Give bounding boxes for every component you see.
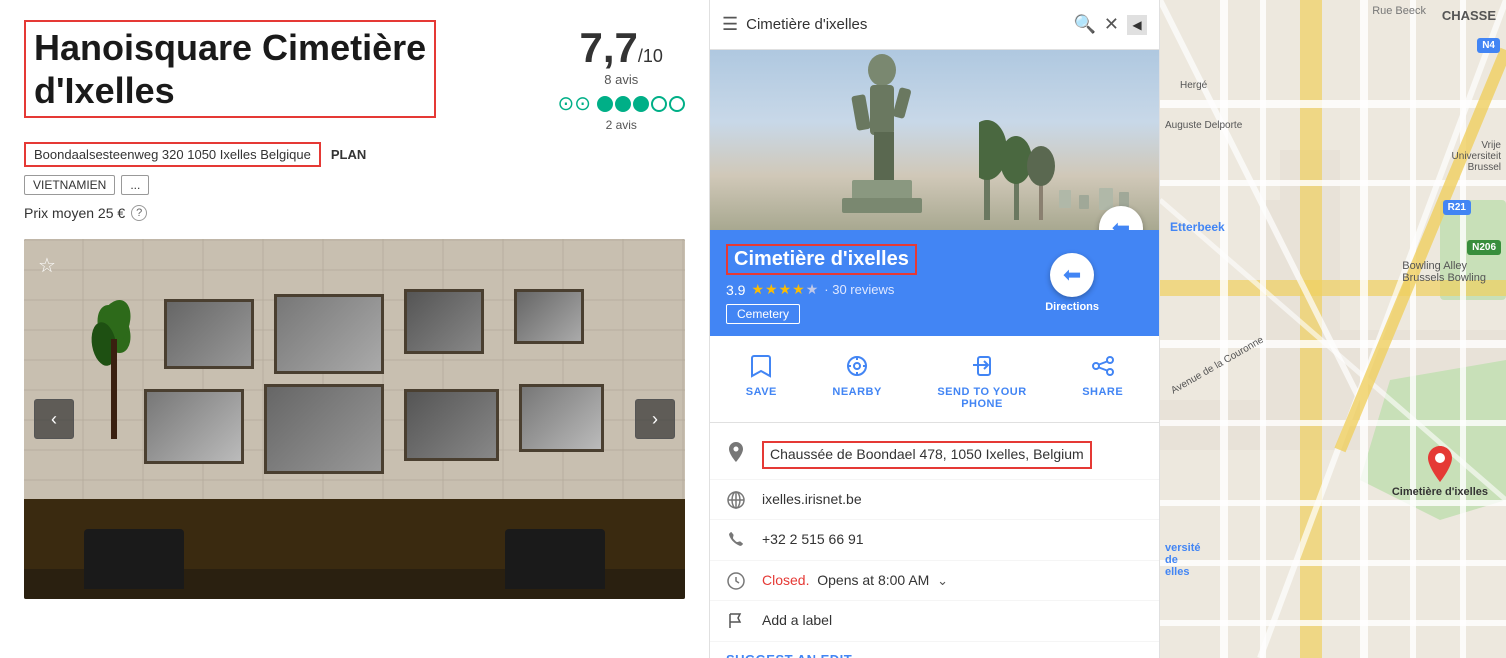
rating-block: 7,7/10 8 avis ⊙⊙ 2 avis: [557, 24, 685, 134]
map-label-etterbeek: Etterbeek: [1170, 220, 1225, 234]
photo-frame: [404, 289, 484, 354]
gallery-prev-button[interactable]: ‹: [34, 399, 74, 439]
gmaps-place-name: Cimetière d'ixelles: [726, 244, 917, 275]
ta-reviews-count: 2 avis: [606, 118, 637, 132]
map-label-auguste: Auguste Delporte: [1165, 120, 1242, 131]
detail-website[interactable]: ixelles.irisnet.be: [762, 490, 862, 510]
gmaps-rating: 3.9: [726, 282, 745, 298]
label-detail-row: Add a label: [710, 601, 1159, 642]
direction-arrow-icon: ⬅: [1112, 215, 1130, 230]
map-label-rue-beeck: Rue Beeck: [1372, 5, 1426, 17]
nearby-label: NEARBY: [832, 386, 881, 398]
action-save[interactable]: SAVE: [746, 352, 777, 410]
location-pin-icon: [726, 442, 746, 462]
star-rating: ★ ★ ★ ★ ★: [751, 281, 818, 298]
gallery-next-button[interactable]: ›: [635, 399, 675, 439]
photo-frame: [404, 389, 499, 461]
send-to-phone-icon: [968, 352, 996, 380]
photo-frame: [519, 384, 604, 452]
marker-label: Cimetière d'ixelles: [1392, 486, 1488, 498]
gmaps-info-bar: Cimetière d'ixelles ⬅ Directions 3.9 ★ ★…: [710, 230, 1159, 336]
gmaps-actions-row: SAVE NEARBY SEND TO YOURPHONE SHARE: [710, 336, 1159, 423]
gmaps-searchbar: ☰ 🔍 ✕ ◀: [710, 0, 1159, 50]
photo-frame: [274, 294, 384, 374]
action-send-to-phone[interactable]: SEND TO YOURPHONE: [937, 352, 1026, 410]
share-label: SHARE: [1082, 386, 1123, 398]
tag-vietnamien[interactable]: VIETNAMIEN: [24, 175, 115, 195]
restaurant-panel: Hanoisquare Cimetière d'Ixelles 7,7/10 8…: [0, 0, 710, 658]
tripadvisor-row: ⊙⊙: [557, 91, 685, 116]
detail-hours: Closed. Opens at 8:00 AM ⌄: [762, 571, 948, 591]
photo-frame: [514, 289, 584, 344]
hours-detail-row: Closed. Opens at 8:00 AM ⌄: [710, 561, 1159, 602]
directions-icon: ⬅: [1063, 262, 1081, 288]
photo-frame: [264, 384, 384, 474]
restaurant-title: Hanoisquare Cimetière d'Ixelles: [24, 20, 436, 118]
gmaps-hero-image: ⬅: [710, 50, 1159, 230]
map-label-vrije: VrijeUniversiteitBrussel: [1452, 140, 1501, 173]
search-icon[interactable]: 🔍: [1073, 14, 1095, 35]
tripadvisor-logo: ⊙⊙: [557, 91, 591, 116]
share-icon: [1089, 352, 1117, 380]
gmaps-search-input[interactable]: [746, 16, 1065, 33]
address-row: Boondaalsesteenweg 320 1050 Ixelles Belg…: [24, 142, 685, 167]
hamburger-icon[interactable]: ☰: [722, 14, 738, 35]
map-marker[interactable]: Cimetière d'ixelles: [1392, 446, 1488, 498]
save-label: SAVE: [746, 386, 777, 398]
clock-icon: [726, 572, 746, 590]
phone-icon: [726, 531, 746, 547]
rating-reviews: 8 avis: [557, 72, 685, 87]
highway-n206-badge: N206: [1467, 240, 1501, 255]
ta-circles: [597, 96, 685, 112]
address-detail-row: Chaussée de Boondael 478, 1050 Ixelles, …: [710, 431, 1159, 480]
hours-expand-icon[interactable]: ⌄: [937, 573, 948, 588]
action-nearby[interactable]: NEARBY: [832, 352, 881, 410]
favorite-button[interactable]: ☆: [38, 253, 66, 281]
address-text: Boondaalsesteenweg 320 1050 Ixelles Belg…: [24, 142, 321, 167]
prix-row: Prix moyen 25 € ?: [24, 205, 685, 221]
save-icon: [747, 352, 775, 380]
detail-add-label[interactable]: Add a label: [762, 611, 832, 631]
category-tag[interactable]: Cemetery: [726, 304, 800, 324]
website-detail-row: ixelles.irisnet.be: [710, 480, 1159, 521]
collapse-button[interactable]: ◀: [1127, 15, 1147, 35]
detail-phone[interactable]: +32 2 515 66 91: [762, 530, 864, 550]
prix-label: Prix moyen 25 €: [24, 205, 125, 221]
rating-number: 7,7: [580, 24, 638, 71]
photo-frame: [144, 389, 244, 464]
plan-link[interactable]: PLAN: [331, 147, 366, 162]
map-label-bowling: Bowling AlleyBrussels Bowling: [1402, 260, 1486, 284]
map-label-herge: Hergé: [1180, 80, 1207, 91]
suggest-edit-link[interactable]: SUGGEST AN EDIT: [710, 642, 1159, 658]
review-count: · 30 reviews: [824, 282, 894, 297]
action-share[interactable]: SHARE: [1082, 352, 1123, 410]
directions-label: Directions: [1045, 301, 1099, 313]
map-label-chasse: CHASSE: [1442, 8, 1496, 23]
rating-denom: /10: [638, 46, 663, 66]
globe-icon: [726, 491, 746, 509]
highway-n4-badge: N4: [1477, 38, 1500, 53]
photo-frame: [164, 299, 254, 369]
info-direction-btn[interactable]: ⬅: [1050, 253, 1094, 297]
map-label-universite: versitédeelles: [1165, 542, 1200, 578]
gmaps-panel: ☰ 🔍 ✕ ◀: [710, 0, 1160, 658]
tags-row: VIETNAMIEN ...: [24, 175, 685, 195]
map-panel: CHASSE Rue Beeck Etterbeek Bowling Alley…: [1160, 0, 1506, 658]
flag-icon: [726, 612, 746, 630]
tag-more[interactable]: ...: [121, 175, 149, 195]
gallery-container: ☆ ‹ ›: [24, 239, 685, 599]
phone-detail-row: +32 2 515 66 91: [710, 520, 1159, 561]
detail-address: Chaussée de Boondael 478, 1050 Ixelles, …: [762, 441, 1092, 469]
nearby-icon: [843, 352, 871, 380]
gmaps-details: Chaussée de Boondael 478, 1050 Ixelles, …: [710, 423, 1159, 658]
send-to-phone-label: SEND TO YOURPHONE: [937, 386, 1026, 410]
close-icon[interactable]: ✕: [1104, 14, 1119, 35]
help-icon[interactable]: ?: [131, 205, 147, 221]
highway-r21-badge: R21: [1443, 200, 1471, 215]
